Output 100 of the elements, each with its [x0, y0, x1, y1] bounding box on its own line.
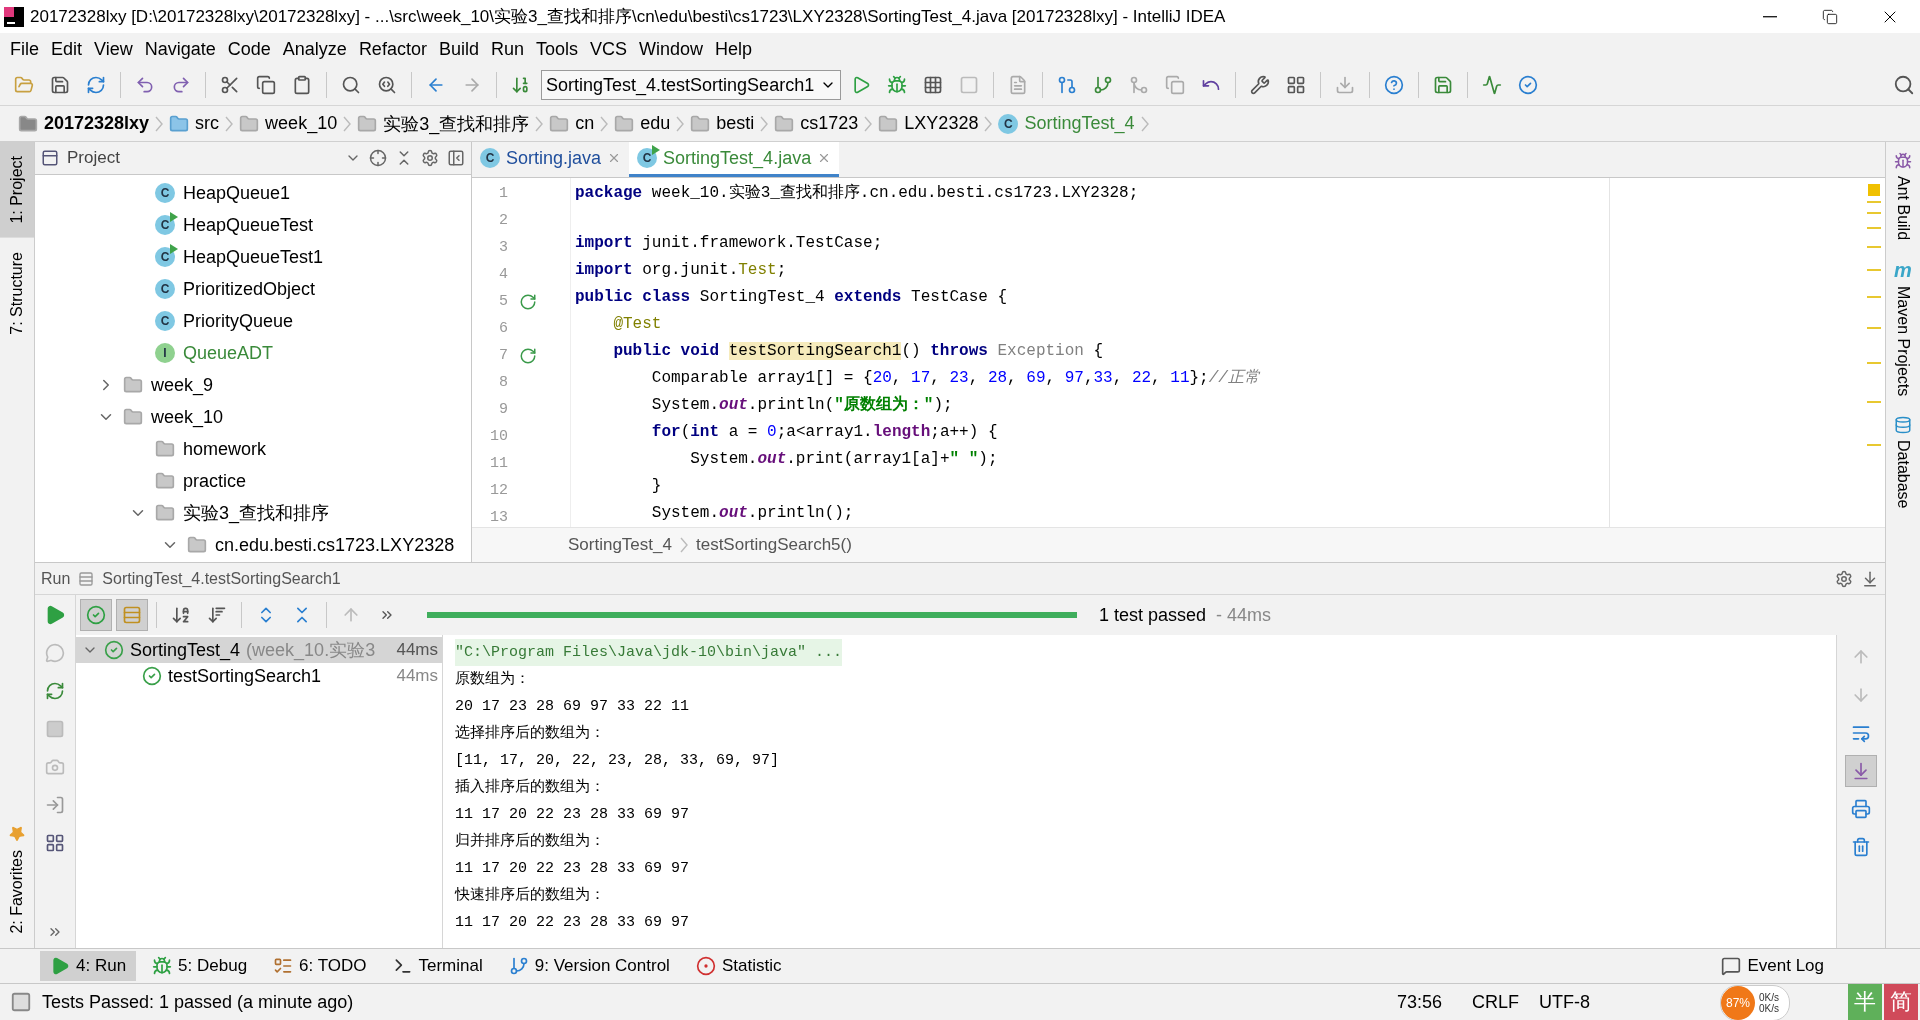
bug-icon [152, 956, 173, 976]
tree-item[interactable]: QueueADT [183, 342, 274, 364]
code-line: System.out.println(); [650, 503, 855, 524]
menu-item[interactable]: Run [484, 38, 530, 60]
ime-indicator[interactable]: 简 [1884, 984, 1918, 1020]
code-line: import org.junit.Test; [575, 260, 788, 281]
status-message: Tests Passed: 1 passed (a minute ago) [42, 991, 354, 1013]
code-line: @Test [612, 314, 663, 335]
tool-window-tab[interactable]: Statistic [685, 951, 792, 981]
tool-window-tab[interactable]: m Maven Projects [1886, 250, 1920, 407]
breadcrumb-item[interactable]: 20172328lxy [12, 108, 156, 139]
test-row[interactable]: testSortingSearch1 44ms [76, 663, 442, 689]
class-icon: C [155, 247, 175, 267]
breadcrumb-item[interactable]: 实验3_查找和排序 [351, 108, 536, 139]
breadcrumb-item[interactable]: LXY2328 [872, 108, 985, 139]
test-row[interactable]: SortingTest_4 (week_10.实验3 44ms [76, 637, 442, 663]
scroll-to-end-button[interactable] [1845, 755, 1877, 787]
show-passed-button[interactable] [80, 599, 112, 631]
menu-item[interactable]: Analyze [276, 38, 353, 60]
pulse-icon [1482, 75, 1503, 95]
breadcrumb-item[interactable]: edu [608, 108, 677, 139]
tool-window-tab[interactable]: 2: Favorites [0, 812, 34, 948]
breadcrumb-item[interactable]: week_10 [233, 108, 344, 139]
menu-item[interactable]: Code [221, 38, 277, 60]
menu-item[interactable]: VCS [584, 38, 633, 60]
tool-window-tab[interactable]: Ant Build [1886, 142, 1920, 251]
tree-item[interactable]: HeapQueueTest1 [183, 246, 324, 268]
menu-item[interactable]: Refactor [352, 38, 433, 60]
folder-icon [187, 535, 207, 555]
restore-icon [1822, 8, 1838, 25]
line-number: 13 [489, 509, 508, 526]
tool-window-tab[interactable]: 7: Structure [0, 237, 34, 349]
code-line: System.out.println("原数组为："); [650, 394, 954, 416]
tree-item[interactable]: PriorityQueue [183, 310, 294, 332]
line-separator[interactable]: CRLF [1472, 991, 1519, 1013]
tool-window-tab[interactable]: Database [1886, 406, 1920, 519]
menu-item[interactable]: File [4, 38, 45, 60]
tool-window-tab[interactable]: Terminal [382, 951, 493, 981]
menu-item[interactable]: Help [709, 38, 759, 60]
file-encoding[interactable]: UTF-8 [1539, 991, 1590, 1013]
tree-item[interactable]: PrioritizedObject [183, 278, 316, 300]
tool-window-tab[interactable]: 9: Version Control [498, 951, 680, 981]
tree-item[interactable]: homework [183, 438, 267, 460]
wrap-icon [1851, 723, 1871, 743]
class-icon: C [155, 183, 175, 203]
statistic-icon [695, 956, 716, 976]
chat-icon [45, 643, 65, 663]
menu-item[interactable]: Tools [529, 38, 584, 60]
usage-gauge: 87% [1721, 986, 1755, 1020]
test-time: 44ms [396, 666, 439, 686]
menu-item[interactable]: Window [633, 38, 710, 60]
menu-item[interactable]: Build [432, 38, 485, 60]
code-line: import junit.framework.TestCase; [575, 233, 884, 254]
settings-icon[interactable] [1835, 569, 1853, 588]
separator-icon [225, 115, 234, 132]
locate-icon[interactable] [369, 149, 387, 167]
tool-window-tab[interactable]: 4: Run [40, 951, 137, 981]
menu-item[interactable]: Edit [45, 38, 89, 60]
run-tab[interactable]: SortingTest_4.testSortingSearch1 [102, 569, 341, 588]
tree-item[interactable]: HeapQueue1 [183, 182, 291, 204]
hide-icon[interactable] [1861, 569, 1879, 588]
menu-item[interactable]: View [88, 38, 139, 60]
run-gutter-icon[interactable] [519, 292, 537, 311]
run-gutter-icon[interactable] [519, 346, 537, 365]
tool-window-tab[interactable]: 5: Debug [142, 951, 258, 981]
event-log-button[interactable]: Event Log [1711, 951, 1834, 981]
class-icon: C [480, 148, 500, 168]
breadcrumb-item[interactable]: SortingTest_4 [568, 535, 672, 555]
cursor-position[interactable]: 73:56 [1396, 991, 1442, 1013]
breadcrumb-item[interactable]: C SortingTest_4 [992, 108, 1141, 139]
console-line: 11 17 20 22 23 28 33 69 97 [455, 859, 690, 879]
merge-icon [1057, 75, 1078, 95]
editor-tab[interactable]: C SortingTest_4.java [629, 142, 840, 177]
breadcrumb-item[interactable]: src [163, 108, 226, 139]
tree-item[interactable]: week_10 [151, 406, 224, 428]
tree-item[interactable]: practice [183, 470, 247, 492]
tree-item[interactable]: HeapQueueTest [183, 214, 314, 236]
tool-window-tab[interactable]: 1: Project [0, 142, 34, 238]
show-ignored-button[interactable] [116, 599, 148, 631]
console-line: 插入排序后的数组为： [455, 777, 605, 798]
breadcrumb-item[interactable]: besti [684, 108, 761, 139]
hide-icon[interactable] [447, 149, 465, 167]
warning-icon [1868, 184, 1880, 196]
square-icon [959, 75, 980, 95]
tool-window-tab[interactable]: 6: TODO [263, 951, 377, 981]
menu-item[interactable]: Navigate [138, 38, 222, 60]
editor-tab[interactable]: C Sorting.java [472, 142, 630, 177]
breadcrumb-item[interactable]: testSortingSearch5() [695, 535, 852, 555]
sort-az-icon [171, 605, 191, 625]
tree-item[interactable]: 实验3_查找和排序 [183, 501, 330, 525]
settings-icon[interactable] [421, 149, 439, 167]
line-number: 3 [498, 239, 508, 256]
breadcrumb-item[interactable]: cn [543, 108, 601, 139]
separator-icon [155, 115, 164, 132]
tree-item[interactable]: week_9 [151, 374, 214, 396]
minimize-icon [1763, 15, 1777, 18]
console-command: "C:\Program Files\Java\jdk-10\bin\java" ... [455, 639, 843, 666]
tree-item[interactable]: cn.edu.besti.cs1723.LXY2328 [215, 534, 455, 556]
run-configuration-dropdown[interactable]: SortingTest_4.testSortingSearch1 [541, 70, 842, 100]
breadcrumb-item[interactable]: cs1723 [768, 108, 865, 139]
